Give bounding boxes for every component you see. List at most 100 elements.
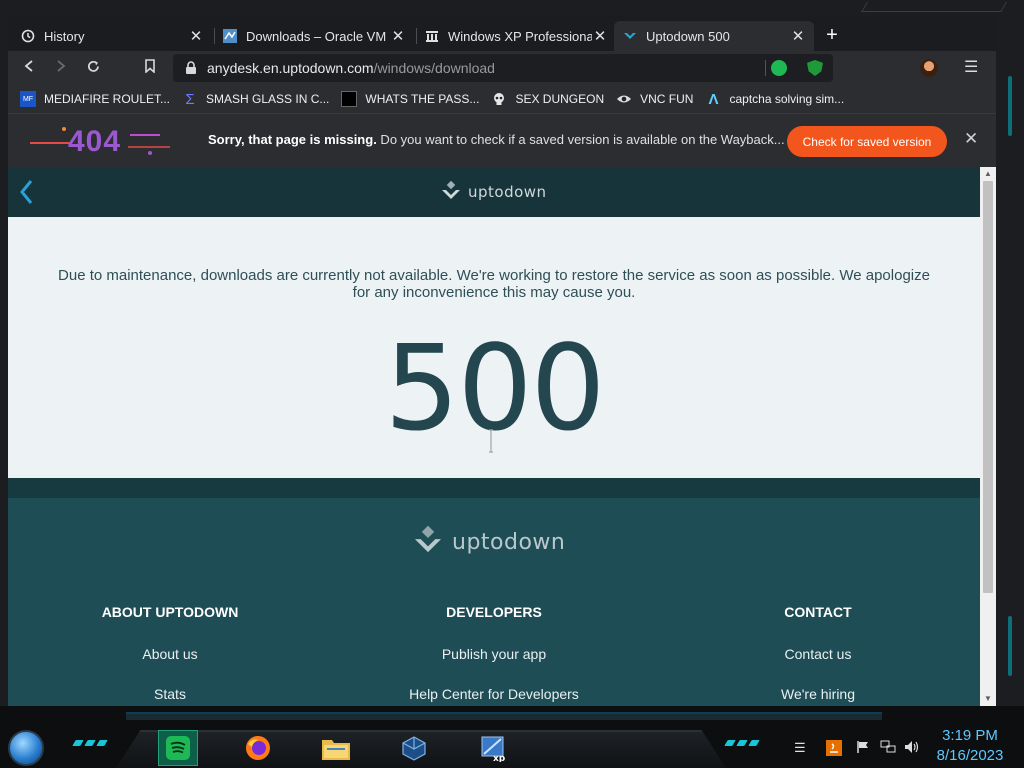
desktop-frame-right <box>996 16 1024 706</box>
footer-column-developers: DEVELOPERS Publish your app Help Center … <box>344 604 644 706</box>
close-icon[interactable]: ✕ <box>964 129 978 149</box>
flag-icon[interactable] <box>856 740 870 757</box>
desktop-frame-left <box>0 16 8 706</box>
close-icon[interactable]: ✕ <box>592 27 608 45</box>
footer-link-hiring[interactable]: We're hiring <box>668 686 968 702</box>
frame-decoration <box>861 2 1007 12</box>
lock-icon <box>185 61 197 75</box>
forward-button[interactable] <box>52 59 70 77</box>
dark-square-icon <box>341 91 358 107</box>
bookmark-mediafire-roulette[interactable]: MF MEDIAFIRE ROULET... <box>20 91 170 107</box>
uptodown-icon <box>622 28 638 44</box>
footer-link-help-center[interactable]: Help Center for Developers <box>344 686 644 702</box>
java-icon[interactable] <box>826 740 842 759</box>
close-icon[interactable]: ✕ <box>790 27 806 45</box>
back-button[interactable] <box>20 59 38 77</box>
reload-button[interactable] <box>84 59 102 77</box>
browser-menu-button[interactable]: ☰ <box>964 57 978 77</box>
taskbar-spotify[interactable] <box>158 730 198 766</box>
tab-title: History <box>44 28 85 44</box>
address-bar[interactable]: anydesk.en.uptodown.com/windows/download <box>173 54 833 82</box>
wayback-notification-bar: 404 Sorry, that page is missing. Do you … <box>8 113 996 167</box>
bookmark-page-button[interactable] <box>141 59 159 77</box>
clock-time: 3:19 PM <box>942 727 998 744</box>
wayback-404-logo: 404 <box>30 123 170 159</box>
frame-accent-bar <box>1008 616 1012 676</box>
roblox-skull-icon <box>491 91 507 107</box>
scrollbar-thumb[interactable] <box>983 181 993 593</box>
bookmark-vnc-fun[interactable]: VNC FUN <box>616 91 693 107</box>
back-arrow-icon <box>24 60 33 72</box>
extension-separator <box>765 60 766 76</box>
site-header: uptodown <box>8 167 980 217</box>
shield-extension-icon[interactable] <box>807 60 823 76</box>
page-scrollbar[interactable]: ▲ ▼ <box>980 167 996 706</box>
close-icon[interactable]: ✕ <box>390 27 406 45</box>
chevron-left-icon <box>20 180 33 204</box>
bookmark-sex-dungeon[interactable]: SEX DUNGEON <box>491 91 604 107</box>
taskbar-file-explorer[interactable] <box>316 730 356 766</box>
close-icon[interactable]: ✕ <box>188 27 204 45</box>
scroll-down-arrow-icon[interactable]: ▼ <box>980 692 996 706</box>
start-orb-button[interactable] <box>8 730 44 766</box>
bookmark-captcha-solving[interactable]: Λ captcha solving sim... <box>705 91 844 108</box>
volume-icon[interactable] <box>904 740 920 757</box>
footer-link-contact-us[interactable]: Contact us <box>668 646 968 662</box>
infobar-bold-text: Sorry, that page is missing. <box>208 132 377 147</box>
url-path: /windows/download <box>373 60 495 76</box>
footer-column-about: ABOUT UPTODOWN About us Stats <box>20 604 320 706</box>
bookmark-label: SMASH GLASS IN C... <box>206 92 330 106</box>
tab-strip: History ✕ Downloads – Oracle VM Vi ✕ Win… <box>8 16 996 51</box>
spotify-icon <box>166 736 190 760</box>
scroll-up-arrow-icon[interactable]: ▲ <box>980 167 996 181</box>
tab-oracle-downloads[interactable]: Downloads – Oracle VM Vi ✕ <box>214 21 414 51</box>
site-back-button[interactable] <box>16 177 38 207</box>
spotify-extension-icon[interactable] <box>771 60 787 76</box>
error-code: 500 <box>384 319 605 457</box>
footer-link-publish-app[interactable]: Publish your app <box>344 646 644 662</box>
mediafire-icon: MF <box>20 91 36 107</box>
windows-xp-icon: xp <box>481 736 506 762</box>
tab-title: Windows XP Professional S <box>448 28 592 44</box>
svg-text:xp: xp <box>493 754 506 762</box>
infobar-detail-text: Do you want to check if a saved version … <box>376 132 785 147</box>
uptodown-logo-icon <box>442 181 460 199</box>
frame-accent-bar <box>1008 76 1012 136</box>
footer-column-contact: CONTACT Contact us We're hiring <box>668 604 968 706</box>
tab-uptodown-500[interactable]: Uptodown 500 ✕ <box>614 21 814 51</box>
bookmark-whats-the-pass[interactable]: WHATS THE PASS... <box>341 91 479 107</box>
footer-heading: CONTACT <box>784 604 852 620</box>
tab-windows-xp[interactable]: Windows XP Professional S ✕ <box>416 21 616 51</box>
bookmark-label: MEDIAFIRE ROULET... <box>44 92 171 106</box>
footer-logo[interactable]: uptodown <box>412 526 565 558</box>
tab-title: Downloads – Oracle VM Vi <box>246 28 390 44</box>
footer-link-stats[interactable]: Stats <box>20 686 320 702</box>
taskbar-firefox[interactable] <box>238 730 278 766</box>
bookmark-smash-glass[interactable]: Σ SMASH GLASS IN C... <box>182 91 330 108</box>
network-icon[interactable] <box>880 740 896 757</box>
bookmarks-bar: MF MEDIAFIRE ROULET... Σ SMASH GLASS IN … <box>8 85 996 113</box>
virtualbox-site-icon <box>222 28 238 44</box>
system-clock[interactable]: 3:19 PM 8/16/2023 <box>930 726 1010 766</box>
taskbar-top-strip <box>126 712 882 720</box>
firefox-icon <box>246 736 270 760</box>
bookmark-label: SEX DUNGEON <box>515 92 605 106</box>
tab-history[interactable]: History ✕ <box>12 21 212 51</box>
new-tab-button[interactable]: + <box>822 25 842 46</box>
text-cursor-icon <box>488 429 494 453</box>
url-text: anydesk.en.uptodown.com/windows/download <box>207 60 495 76</box>
footer-heading: ABOUT UPTODOWN <box>101 604 239 620</box>
tab-title: Uptodown 500 <box>646 28 730 44</box>
check-saved-version-button[interactable]: Check for saved version <box>787 126 947 157</box>
bookmark-label: WHATS THE PASS... <box>365 92 480 106</box>
virtualbox-icon <box>402 736 426 761</box>
profile-avatar[interactable] <box>920 59 938 77</box>
reload-icon <box>87 60 99 72</box>
site-footer: uptodown ABOUT UPTODOWN About us Stats D… <box>8 478 980 706</box>
footer-link-about-us[interactable]: About us <box>20 646 320 662</box>
site-logo[interactable]: uptodown <box>440 181 547 203</box>
taskbar-virtualbox[interactable] <box>394 730 434 766</box>
bookmark-label: VNC FUN <box>640 92 694 106</box>
file-explorer-icon <box>322 740 350 760</box>
taskbar-windows-xp-vm[interactable]: xp <box>474 730 514 766</box>
